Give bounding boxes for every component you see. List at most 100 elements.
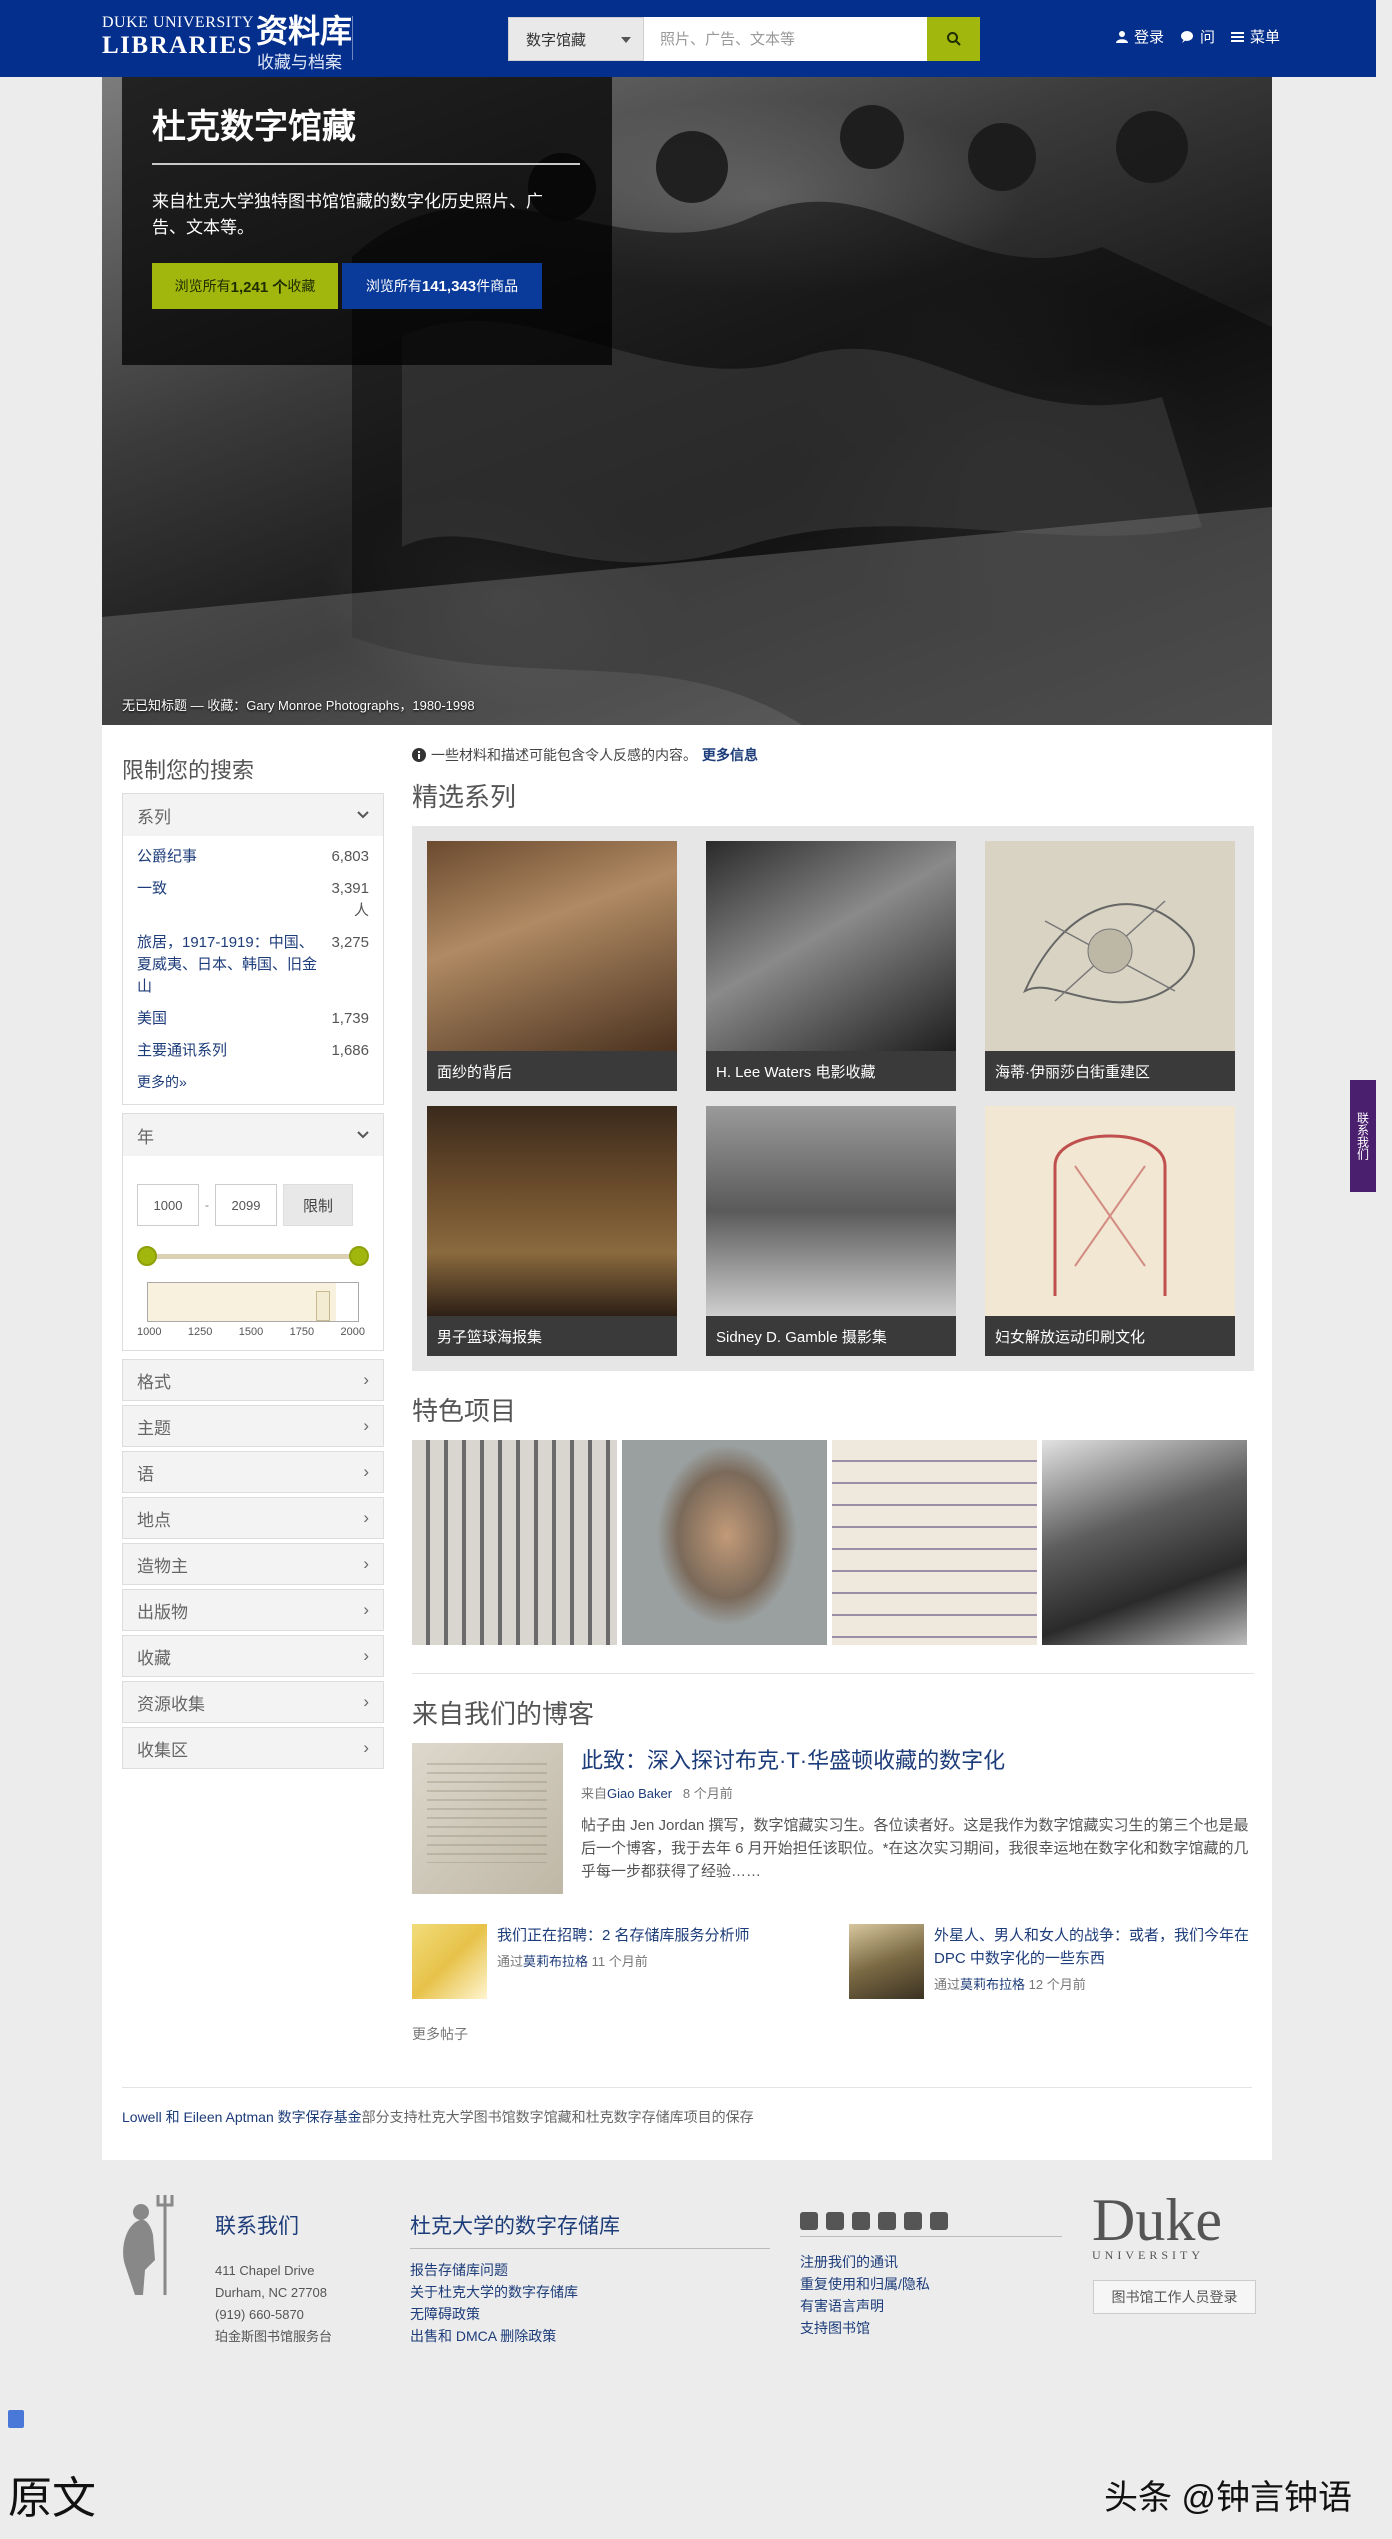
footer-link[interactable]: 有害语言声明 [800, 2298, 884, 2314]
facet-label: 收集区 [137, 1740, 188, 1760]
featured-item-thumbnail[interactable] [1042, 1440, 1247, 1645]
blog-mini-post: 我们正在招聘：2 名存储库服务分析师 通过莫莉布拉格 11 个月前 [412, 1924, 814, 1999]
ask-link[interactable]: 问 [1180, 26, 1215, 47]
facet-row[interactable]: 一致 3,391 人 [137, 878, 369, 922]
facet-language[interactable]: 语 › [122, 1451, 384, 1493]
featured-collections-grid: 面纱的背后 H. Lee Waters 电影收藏 海蒂·伊丽莎白街重建区 男子篮… [412, 826, 1254, 1371]
collection-card[interactable]: 海蒂·伊丽莎白街重建区 [985, 841, 1235, 1091]
footer-link[interactable]: 出售和 DMCA 删除政策 [410, 2328, 556, 2344]
facet-more-link[interactable]: 更多的» [137, 1072, 369, 1092]
search-input[interactable] [644, 17, 927, 61]
funding-link[interactable]: Lowell 和 Eileen Aptman 数字保存基金 [122, 2109, 362, 2125]
blog-mini-author[interactable]: 莫莉布拉格 [523, 1954, 588, 1969]
brand-logo[interactable]: DUKE UNIVERSITY LIBRARIES 资料库 收藏与档案 [102, 14, 353, 72]
menu-link[interactable]: 菜单 [1230, 26, 1280, 47]
rss-icon[interactable] [930, 2212, 948, 2230]
footer-link[interactable]: 报告存储库问题 [410, 2262, 508, 2278]
year-to-input[interactable]: 2099 [215, 1184, 277, 1226]
footer-phone[interactable]: (919) 660-5870 [215, 2304, 365, 2326]
translate-icon[interactable] [8, 2410, 24, 2428]
blog-mini-author[interactable]: 莫莉布拉格 [960, 1977, 1025, 1992]
collection-card[interactable]: Sidney D. Gamble 摄影集 [706, 1106, 956, 1356]
notice-more-info-link[interactable]: 更多信息 [702, 745, 758, 765]
facet-subject[interactable]: 主题 › [122, 1405, 384, 1447]
blog-mini-thumbnail[interactable] [412, 1924, 487, 1999]
blog-mini-body: 我们正在招聘：2 名存储库服务分析师 通过莫莉布拉格 11 个月前 [497, 1924, 750, 1999]
more-posts-link[interactable]: 更多帖子 [412, 2024, 1254, 2044]
footer-link[interactable]: 支持图书馆 [800, 2320, 870, 2336]
footer-link[interactable]: 注册我们的通讯 [800, 2254, 898, 2270]
section-divider [412, 1673, 1254, 1674]
facet-format[interactable]: 格式 › [122, 1359, 384, 1401]
staff-login-button[interactable]: 图书馆工作人员登录 [1093, 2280, 1256, 2314]
flickr-icon[interactable] [878, 2212, 896, 2230]
facet-creator[interactable]: 造物主 › [122, 1543, 384, 1585]
facet-row[interactable]: 旅居，1917-1919：中国、夏威夷、日本、韩国、旧金山 3,275 [137, 932, 369, 998]
facet-row-label: 一致 [137, 880, 168, 897]
search-scope-select[interactable]: 数字馆藏 [508, 17, 644, 61]
footer-link[interactable]: 重复使用和归属/隐私 [800, 2276, 930, 2292]
facet-series-header[interactable]: 系列 [123, 794, 383, 836]
facet-row-label: 旅居，1917-1919：中国、夏威夷、日本、韩国、旧金山 [137, 934, 318, 995]
facebook-icon[interactable] [826, 2212, 844, 2230]
footer-service-desk[interactable]: 珀金斯图书馆服务台 [215, 2326, 365, 2348]
browse-collections-button[interactable]: 浏览所有 1,241 个收藏 [152, 263, 338, 309]
collection-card[interactable]: 男子篮球海报集 [427, 1106, 677, 1356]
footer-link[interactable]: 关于杜克大学的数字存储库 [410, 2284, 578, 2300]
facet-series-body: 公爵纪事 6,803 一致 3,391 人 旅居，1917-1919：中国、夏威夷、… [123, 836, 383, 1104]
facet-row[interactable]: 公爵纪事 6,803 [137, 846, 369, 868]
featured-item-thumbnail[interactable] [412, 1440, 617, 1645]
instagram-icon[interactable] [904, 2212, 922, 2230]
twitter-icon[interactable] [800, 2212, 818, 2230]
blog-mini-title[interactable]: 外星人、男人和女人的战争：或者，我们今年在 DPC 中数字化的一些东西 [934, 1924, 1251, 1970]
facet-source-collection[interactable]: 资源收集 › [122, 1681, 384, 1723]
browse-collections-count: 1,241 个 [230, 278, 288, 296]
year-slider-max-handle[interactable] [349, 1246, 369, 1266]
year-slider[interactable] [137, 1244, 369, 1270]
facet-series-label: 系列 [137, 807, 171, 827]
blog-post-meta: 来自Giao Baker 8 个月前 [581, 1783, 1253, 1802]
collection-card[interactable]: 面纱的背后 [427, 841, 677, 1091]
university-wordmark: UNIVERSITY [1092, 2248, 1204, 2262]
facet-publication[interactable]: 出版物 › [122, 1589, 384, 1631]
facet-year-header[interactable]: 年 [123, 1114, 383, 1156]
facet-label: 资源收集 [137, 1694, 205, 1714]
footer-link[interactable]: 无障碍政策 [410, 2306, 480, 2322]
user-icon [1115, 31, 1128, 43]
blog-mini-title[interactable]: 我们正在招聘：2 名存储库服务分析师 [497, 1924, 750, 1947]
blog-mini-thumbnail[interactable] [849, 1924, 924, 1999]
facet-row[interactable]: 美国 1,739 [137, 1008, 369, 1030]
browse-items-button[interactable]: 浏览所有 141,343 件商品 [342, 263, 542, 309]
login-link[interactable]: 登录 [1115, 26, 1164, 47]
facet-collecting-area[interactable]: 收集区 › [122, 1727, 384, 1769]
year-slider-min-handle[interactable] [137, 1246, 157, 1266]
blog-mini-by: 通过 [934, 1977, 961, 1992]
facet-collection[interactable]: 收藏 › [122, 1635, 384, 1677]
youtube-icon[interactable] [852, 2212, 870, 2230]
year-from-input[interactable]: 1000 [137, 1184, 199, 1226]
chevron-right-icon: › [363, 1738, 369, 1757]
search-button[interactable] [927, 17, 980, 61]
facet-row-label: 主要通讯系列 [137, 1042, 228, 1059]
blog-heading: 来自我们的博客 [412, 1699, 595, 1729]
info-icon [412, 748, 426, 762]
footer-contact: 联系我们 411 Chapel Drive Durham, NC 27708 (… [215, 2210, 365, 2348]
facet-label: 语 [137, 1464, 154, 1484]
blog-post-body: 此致：深入探讨布克·T·华盛顿收藏的数字化 来自Giao Baker 8 个月前… [581, 1743, 1253, 1894]
menu-label: 菜单 [1249, 29, 1280, 46]
hero-caption[interactable]: 无已知标题 — 收藏：Gary Monroe Photographs，1980-… [122, 695, 475, 714]
duke-university-logo[interactable]: Duke UNIVERSITY [1092, 2190, 1222, 2263]
featured-item-thumbnail[interactable] [622, 1440, 827, 1645]
facet-row[interactable]: 主要通讯系列 1,686 [137, 1040, 369, 1062]
featured-items-heading: 特色项目 [412, 1396, 517, 1426]
blog-post-thumbnail[interactable] [412, 1743, 563, 1894]
featured-item-thumbnail[interactable] [832, 1440, 1037, 1645]
facet-location[interactable]: 地点 › [122, 1497, 384, 1539]
collection-card[interactable]: H. Lee Waters 电影收藏 [706, 841, 956, 1091]
collection-card[interactable]: 妇女解放运动印刷文化 [985, 1106, 1235, 1356]
blog-post-author[interactable]: Giao Baker [607, 1786, 672, 1801]
feedback-tab[interactable]: 联系我们 [1350, 1080, 1376, 1192]
year-limit-button[interactable]: 限制 [283, 1184, 353, 1226]
blog-post-title[interactable]: 此致：深入探讨布克·T·华盛顿收藏的数字化 [581, 1743, 1253, 1775]
blog-post-excerpt: 帖子由 Jen Jordan 撰写，数字馆藏实习生。各位读者好。这是我作为数字馆… [581, 1817, 1249, 1880]
